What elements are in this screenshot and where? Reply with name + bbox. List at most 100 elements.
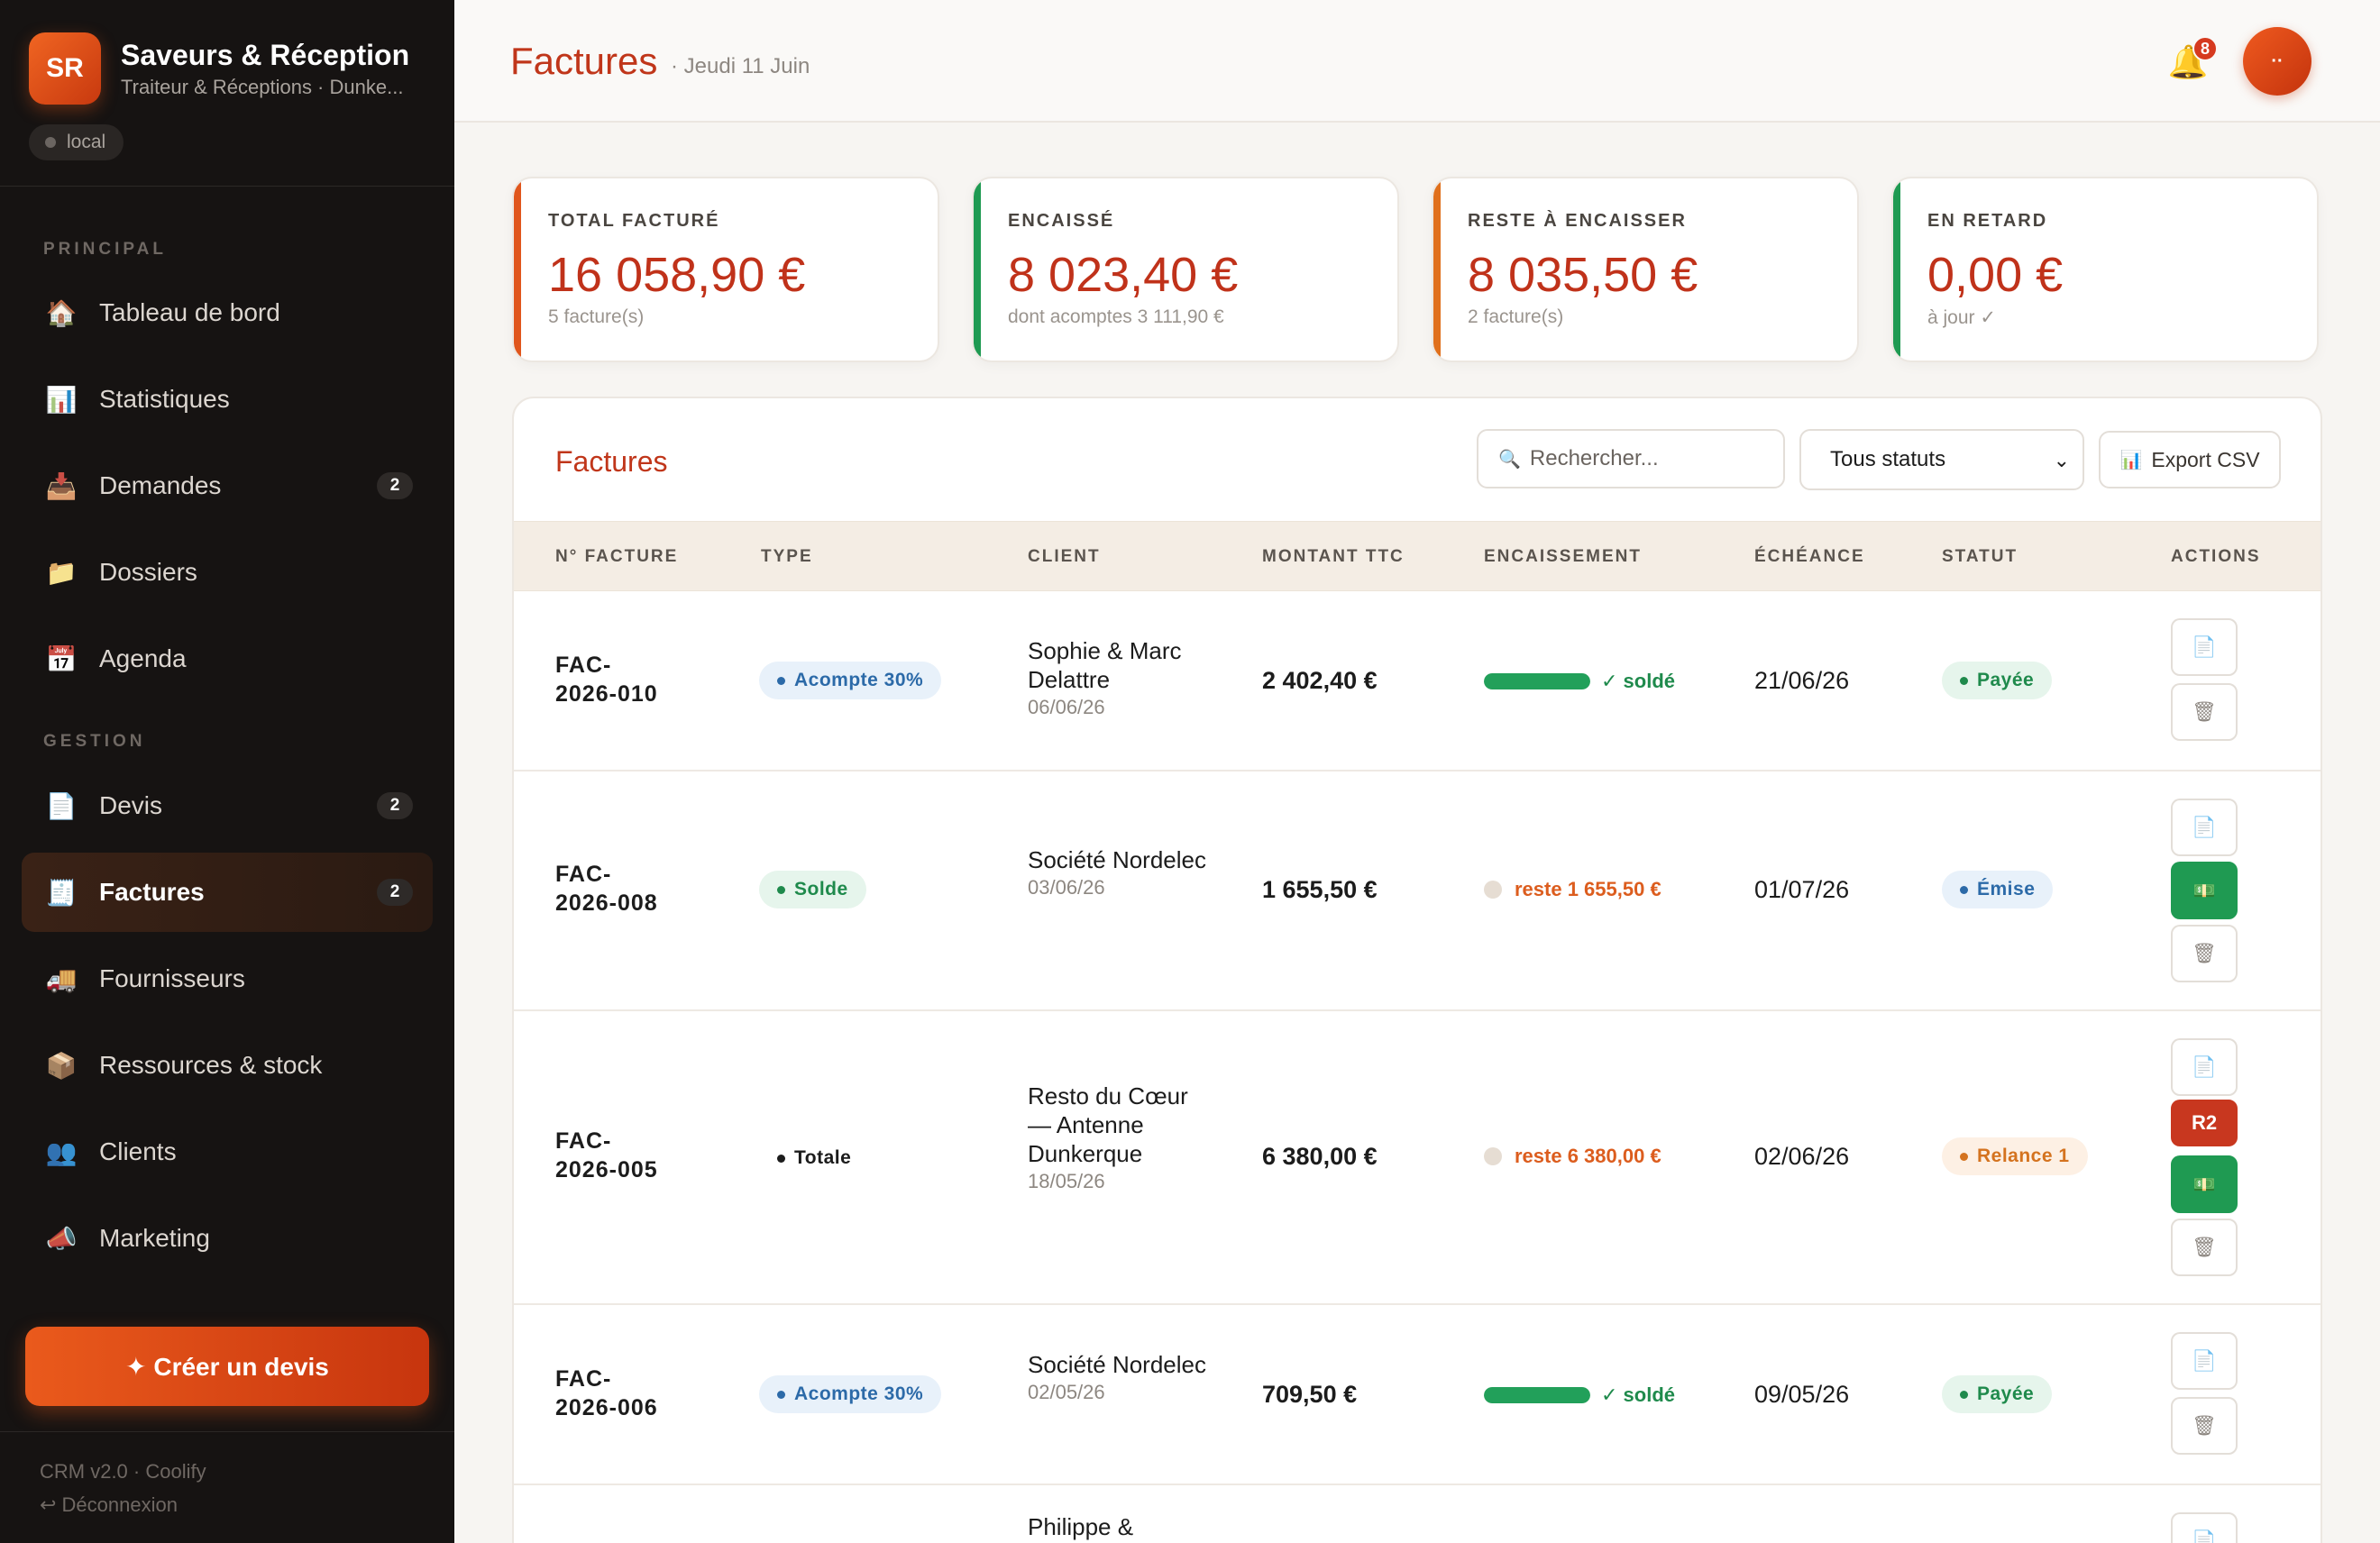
kpi-encaisse: ENCAISSÉ 8 023,40 € dont acomptes 3 111,… — [972, 177, 1399, 362]
brand[interactable]: SR Saveurs & Réception Traiteur & Récept… — [29, 32, 409, 105]
record-payment-button[interactable]: 💵 — [2171, 862, 2238, 919]
payment-status: reste 1 655,50 € — [1484, 878, 1661, 901]
client-cell: Société Nordelec 02/05/26 — [1028, 1350, 1208, 1404]
sidebar-item-label: Agenda — [99, 644, 187, 672]
page-title: Factures — [510, 40, 658, 82]
kpi-sub: 5 facture(s) — [548, 306, 645, 327]
sidebar-item-dossiers[interactable]: 📁 Dossiers — [22, 533, 433, 612]
invoice-number: FAC- 2026-006 — [555, 1366, 658, 1420]
sidebar-item-label: Fournisseurs — [99, 964, 245, 992]
delete-button[interactable]: 🗑 — [2171, 1219, 2238, 1276]
top-bar: Factures · Jeudi 11 Juin 🔔 8 ·· — [454, 0, 2380, 123]
delete-button[interactable]: 🗑 — [2171, 683, 2238, 741]
column-header[interactable]: MONTANT TTC — [1262, 547, 1405, 567]
sidebar-item-label: Marketing — [99, 1224, 210, 1252]
users-icon: 👥 — [45, 1137, 78, 1166]
chart-icon: 📊 — [2119, 450, 2143, 470]
amount: 2 402,40 € — [1262, 667, 1378, 694]
sidebar-item-factures[interactable]: 🧾 Factures 2 — [22, 853, 433, 932]
receipt-icon: 🧾 — [45, 878, 78, 907]
sidebar-item-label: Devis — [99, 791, 163, 819]
type-badge: Totale — [759, 1139, 869, 1177]
avatar[interactable]: ·· — [2243, 27, 2311, 96]
sidebar-item-ressources-stock[interactable]: 📦 Ressources & stock — [22, 1026, 433, 1105]
table-row[interactable]: Philippe & 📄 — [514, 1485, 2320, 1543]
column-header: ACTIONS — [2171, 547, 2261, 566]
search-input[interactable]: 🔍 Rechercher... — [1477, 429, 1785, 488]
payment-status: reste 6 380,00 € — [1484, 1145, 1661, 1168]
record-payment-button[interactable]: 💵 — [2171, 1155, 2238, 1213]
column-header[interactable]: ÉCHÉANCE — [1754, 547, 1865, 567]
column-header[interactable]: TYPE — [761, 547, 813, 567]
payment-progress — [1484, 1387, 1590, 1403]
trash-icon: 🗑 — [2192, 1236, 2217, 1258]
create-quote-button[interactable]: ✦ Créer un devis — [25, 1327, 429, 1406]
sidebar-footer-divider — [0, 1431, 454, 1432]
column-header[interactable]: ENCAISSEMENT — [1484, 547, 1642, 567]
status-badge: Relance 1 — [1942, 1137, 2088, 1175]
sidebar-item-agenda[interactable]: 📅 Agenda — [22, 619, 433, 698]
type-badge: Acompte 30% — [759, 1375, 942, 1413]
invoice-number: FAC- 2026-005 — [555, 1128, 658, 1182]
amount: 6 380,00 € — [1262, 1143, 1378, 1170]
pdf-button[interactable]: 📄 — [2171, 618, 2238, 676]
payment-status: ✓ soldé — [1484, 1383, 1675, 1407]
kpi-sub: à jour ✓ — [1927, 307, 1996, 328]
sidebar-item-label: Tableau de bord — [99, 298, 280, 326]
calendar-icon: 📅 — [45, 644, 78, 673]
table-row[interactable]: FAC- 2026-006 Acompte 30% Société Nordele… — [514, 1305, 2320, 1485]
env-label: local — [67, 132, 106, 152]
package-icon: 📦 — [45, 1051, 78, 1080]
sidebar-item-tableau-de-bord[interactable]: 🏠 Tableau de bord — [22, 273, 433, 352]
kpi-value: 16 058,90 € — [548, 248, 806, 302]
delete-button[interactable]: 🗑 — [2171, 1397, 2238, 1455]
client-name: Société Nordelec — [1028, 1351, 1206, 1378]
pdf-button[interactable]: 📄 — [2171, 799, 2238, 856]
document-icon: 📄 — [2192, 816, 2217, 838]
invoices-table-card: Factures 🔍 Rechercher... Tous statuts ⌄ … — [512, 397, 2322, 1543]
column-header[interactable]: N° FACTURE — [555, 547, 678, 567]
delete-button[interactable]: 🗑 — [2171, 925, 2238, 982]
reminder-button[interactable]: R2 — [2171, 1100, 2238, 1146]
sidebar-item-fournisseurs[interactable]: 🚚 Fournisseurs — [22, 939, 433, 1018]
amount: 709,50 € — [1262, 1381, 1358, 1408]
table-row[interactable]: FAC- 2026-005 Totale Resto du Cœur — Ante… — [514, 1011, 2320, 1305]
sidebar-item-marketing[interactable]: 📣 Marketing — [22, 1199, 433, 1278]
column-header[interactable]: CLIENT — [1028, 547, 1101, 567]
invoice-number: FAC- 2026-008 — [555, 862, 658, 916]
column-header[interactable]: STATUT — [1942, 547, 2018, 567]
table-title: Factures — [555, 445, 668, 478]
trash-icon: 🗑 — [2192, 942, 2217, 964]
kpi-label: RESTE À ENCAISSER — [1468, 211, 1687, 231]
app-version: CRM v2.0 · Coolify — [40, 1460, 206, 1483]
sidebar-item-devis[interactable]: 📄 Devis 2 — [22, 766, 433, 845]
sidebar-item-clients[interactable]: 👥 Clients — [22, 1112, 433, 1191]
pdf-button[interactable]: 📄 — [2171, 1512, 2238, 1543]
kpi-accent — [974, 178, 981, 361]
pdf-button[interactable]: 📄 — [2171, 1038, 2238, 1096]
due-date: 21/06/26 — [1754, 667, 1850, 694]
logout-link[interactable]: ↩ Déconnexion — [40, 1493, 178, 1517]
client-name: Sophie & Marc Delattre — [1028, 637, 1182, 693]
sidebar-item-demandes[interactable]: 📥 Demandes 2 — [22, 446, 433, 525]
client-name: Société Nordelec — [1028, 846, 1206, 873]
brand-subtitle: Traiteur & Réceptions · Dunke... — [121, 75, 404, 98]
status-filter-select[interactable]: Tous statuts ⌄ — [1799, 429, 2084, 490]
status-badge: Payée — [1942, 1375, 2053, 1413]
kpi-reste-a-encaisser: RESTE À ENCAISSER 8 035,50 € 2 facture(s… — [1432, 177, 1859, 362]
due-date: 01/07/26 — [1754, 876, 1850, 903]
kpi-value: 0,00 € — [1927, 248, 2064, 302]
sidebar-item-statistiques[interactable]: 📊 Statistiques — [22, 360, 433, 439]
table-row[interactable]: FAC- 2026-010 Acompte 30% Sophie & Marc D… — [514, 591, 2320, 772]
document-icon: 📄 — [2192, 1529, 2217, 1543]
export-csv-button[interactable]: 📊 Export CSV — [2099, 431, 2281, 488]
kpi-value: 8 035,50 € — [1468, 248, 1698, 302]
kpi-label: TOTAL FACTURÉ — [548, 211, 720, 231]
table-row[interactable]: FAC- 2026-008 Solde Société Nordelec 03/0… — [514, 772, 2320, 1011]
client-name: Resto du Cœur — Antenne Dunkerque — [1028, 1082, 1188, 1167]
status-badge: Émise — [1942, 871, 2054, 908]
count-badge: 2 — [377, 472, 413, 499]
pdf-button[interactable]: 📄 — [2171, 1332, 2238, 1390]
document-icon: 📄 — [2192, 1055, 2217, 1078]
kpi-total-facture: TOTAL FACTURÉ 16 058,90 € 5 facture(s) — [512, 177, 939, 362]
